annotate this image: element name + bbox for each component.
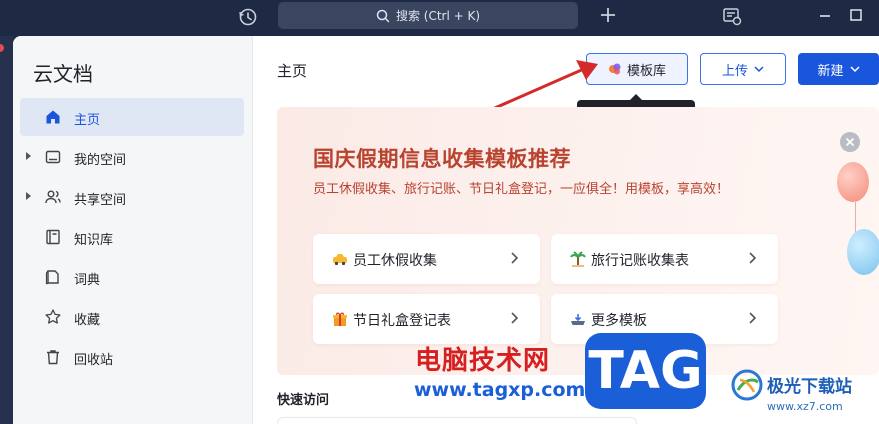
sidebar-item-label: 知识库 <box>74 233 114 248</box>
watermark-url: www.tagxp.com <box>414 379 586 401</box>
app-title: 云文档 <box>33 62 93 86</box>
search-icon <box>376 9 390 22</box>
sidebar-item-shared-space[interactable]: 共享空间 <box>20 178 244 216</box>
template-library-label: 模板库 <box>626 63 666 79</box>
expand-caret-icon[interactable] <box>26 152 31 160</box>
palm-tree-icon <box>570 251 586 267</box>
tag-logo: TAG <box>585 333 706 409</box>
dictionary-icon <box>44 268 62 286</box>
main-content: 主页 模板库 上传 新建 选择模板快速新建 国庆假期信息收集模板推荐 员工休假收… <box>253 36 879 424</box>
sidebar: 云文档 主页 我的空间 共享空间 知识库 词典 收藏 回收站 <box>13 36 253 424</box>
sidebar-item-label: 收藏 <box>74 313 101 328</box>
chevron-down-icon <box>754 66 764 73</box>
banner-subtitle: 员工休假收集、旅行记账、节日礼盒登记，一应俱全！用模板，享高效！ <box>313 182 730 197</box>
sidebar-nav: 主页 我的空间 共享空间 知识库 词典 收藏 回收站 <box>20 98 244 378</box>
people-icon <box>44 188 62 206</box>
search-label: 搜索 (Ctrl + K) <box>395 9 481 23</box>
banner-close-icon[interactable] <box>840 132 860 152</box>
promo-banner: 国庆假期信息收集模板推荐 员工休假收集、旅行记账、节日礼盒登记，一应俱全！用模板… <box>277 107 879 375</box>
history-icon[interactable] <box>237 6 259 28</box>
sidebar-item-label: 我的空间 <box>74 153 127 168</box>
sidebar-item-label: 回收站 <box>74 353 114 368</box>
sidebar-item-home[interactable]: 主页 <box>20 98 244 136</box>
sidebar-item-label: 共享空间 <box>74 193 127 208</box>
book-icon <box>44 228 62 246</box>
search-box[interactable]: 搜索 (Ctrl + K) <box>278 2 578 29</box>
plus-icon[interactable] <box>598 5 618 25</box>
page-title: 主页 <box>277 62 308 80</box>
aurora-logo-icon <box>731 369 763 401</box>
balloon-decoration <box>837 162 869 202</box>
window-indicator <box>0 44 4 52</box>
chevron-right-icon <box>511 252 519 264</box>
folder-icon <box>44 148 62 166</box>
minimize-icon[interactable] <box>817 7 833 23</box>
watermark-jg-name: 极光下载站 <box>767 377 852 397</box>
home-icon <box>44 108 62 126</box>
chevron-right-icon <box>749 312 757 324</box>
chevron-down-icon <box>849 66 860 73</box>
template-card-travel[interactable]: 旅行记账收集表 <box>551 234 778 284</box>
car-icon <box>333 254 347 266</box>
template-card-leave[interactable]: 员工休假收集 <box>313 234 540 284</box>
template-card-label: 员工休假收集 <box>353 253 437 269</box>
template-icon <box>608 63 621 75</box>
watermark-jg-url: www.xz7.com <box>767 400 843 413</box>
sidebar-item-label: 词典 <box>74 273 101 288</box>
template-card-label: 节日礼盒登记表 <box>353 313 451 329</box>
balloon-decoration <box>847 229 879 275</box>
chevron-right-icon <box>511 312 519 324</box>
sidebar-item-my-space[interactable]: 我的空间 <box>20 138 244 176</box>
new-button[interactable]: 新建 <box>798 53 879 85</box>
maximize-icon[interactable] <box>849 8 863 22</box>
title-bar: 搜索 (Ctrl + K) <box>0 0 879 36</box>
template-card-gift[interactable]: 节日礼盒登记表 <box>313 294 540 344</box>
sidebar-item-dictionary[interactable]: 词典 <box>20 258 244 296</box>
banner-title: 国庆假期信息收集模板推荐 <box>313 147 571 171</box>
quick-access-panel <box>277 417 637 424</box>
chevron-right-icon <box>749 252 757 264</box>
trash-icon <box>44 348 62 366</box>
template-card-label: 旅行记账收集表 <box>591 253 689 269</box>
device-icon[interactable] <box>721 5 743 27</box>
sidebar-item-knowledge-base[interactable]: 知识库 <box>20 218 244 256</box>
quick-access-title: 快速访问 <box>277 393 330 408</box>
watermark-site-name: 电脑技术网 <box>415 346 551 376</box>
upload-button[interactable]: 上传 <box>700 53 786 85</box>
sidebar-item-favorites[interactable]: 收藏 <box>20 298 244 336</box>
gift-icon <box>333 312 347 326</box>
template-more-icon <box>571 314 585 325</box>
template-card-label: 更多模板 <box>591 313 647 329</box>
background-window-edge <box>0 36 13 424</box>
sidebar-item-trash[interactable]: 回收站 <box>20 338 244 376</box>
star-icon <box>44 308 62 326</box>
upload-label: 上传 <box>721 63 748 79</box>
sidebar-item-label: 主页 <box>74 113 101 128</box>
expand-caret-icon[interactable] <box>26 192 31 200</box>
new-label: 新建 <box>817 63 844 79</box>
